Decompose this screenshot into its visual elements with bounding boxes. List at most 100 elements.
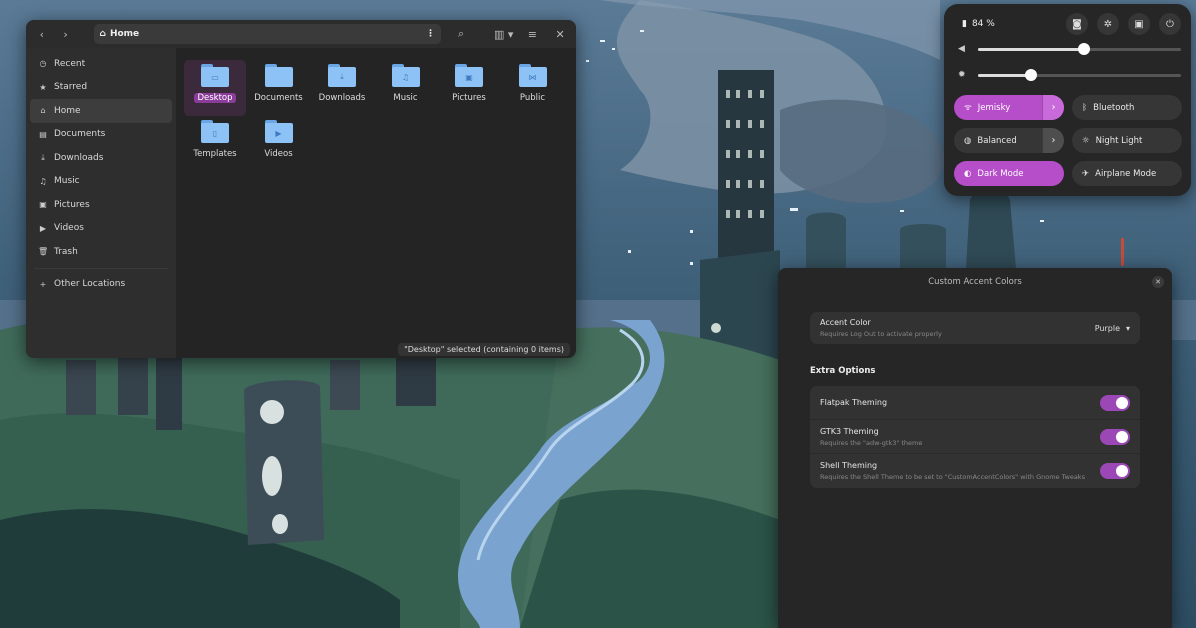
window-title: Custom Accent Colors [928, 277, 1022, 287]
close-icon: ✕ [555, 27, 565, 41]
option-label: GTK3 Theming [820, 426, 879, 436]
sidebar-item-documents[interactable]: ▤ Documents [30, 123, 172, 147]
lock-icon: ▣ [1134, 18, 1144, 30]
music-icon: ♫ [39, 176, 47, 186]
bluetooth-icon: ᛒ [1082, 102, 1088, 113]
volume-slider-handle[interactable] [1077, 42, 1090, 55]
folder-item-public[interactable]: ⋈ Public [502, 60, 564, 116]
close-icon: ✕ [1155, 278, 1161, 286]
sidebar-item-other-locations[interactable]: + Other Locations [30, 273, 172, 297]
path-bar[interactable]: ⌂ Home ⋮ [93, 24, 442, 44]
back-button[interactable]: ‹ [32, 24, 52, 44]
screenshot-button[interactable]: ◙ [1066, 13, 1088, 35]
sidebar-item-videos[interactable]: ▶ Videos [30, 217, 172, 241]
brightness-slider[interactable] [978, 68, 1181, 81]
accent-color-dropdown[interactable]: Purple ▾ [1095, 324, 1130, 333]
option-switch[interactable] [1100, 394, 1130, 411]
back-arrow-icon: ‹ [39, 27, 45, 41]
option-row-flatpak-theming[interactable]: Flatpak Theming [810, 386, 1140, 420]
folder-item-music[interactable]: ♫ Music [375, 60, 437, 116]
toggle-jemisky[interactable]: ᯤ Jemisky › [954, 95, 1064, 120]
battery-indicator[interactable]: ▮ 84 % [954, 19, 1057, 29]
power-button[interactable]: ⏻ [1159, 13, 1181, 35]
extra-options-heading: Extra Options [810, 366, 876, 376]
dark-mode-icon: ◐ [964, 168, 972, 179]
sidebar-item-music[interactable]: ♫ Music [30, 170, 172, 194]
option-subtitle: Requires the "adw-gtk3" theme [820, 438, 923, 447]
battery-percentage: 84 % [971, 19, 995, 29]
folder-item-templates[interactable]: ▯ Templates [184, 116, 246, 172]
toggle-bluetooth[interactable]: ᛒ Bluetooth [1072, 95, 1182, 120]
toggle-label: Airplane Mode [1095, 168, 1157, 179]
star-icon: ★ [39, 82, 47, 92]
toggle-night-light[interactable]: ☼ Night Light [1072, 128, 1182, 153]
folder-view: ▭ Desktop Documents ⤓ Downloads ♫ Music ▣ Pictur… [176, 48, 576, 358]
toggle-label: Night Light [1095, 135, 1143, 146]
view-toggle-button[interactable]: ▥ ▾ [489, 24, 519, 44]
option-switch[interactable] [1100, 428, 1130, 445]
files-window: ‹ › ⌂ Home ⋮ ⌕ ▥ ▾ ≡ ✕ ◷ Recent ★ Starred ⌂ H… [26, 20, 576, 358]
folder-icon: ▣ [455, 64, 483, 87]
home-icon: ⌂ [99, 29, 106, 39]
option-label: Flatpak Theming [820, 398, 888, 407]
settings-button[interactable]: ✲ [1097, 13, 1119, 35]
folder-item-videos[interactable]: ▶ Videos [248, 116, 310, 172]
folder-icon: ⋈ [518, 64, 547, 87]
folder-item-documents[interactable]: Documents [248, 60, 310, 116]
night-light-icon: ☼ [1082, 135, 1090, 146]
path-menu-icon[interactable]: ⋮ [426, 29, 435, 39]
accent-colors-window: Custom Accent Colors ✕ Accent Color Requ… [778, 268, 1172, 628]
picture-icon: ▣ [39, 200, 47, 210]
close-button[interactable]: ✕ [550, 24, 570, 44]
sidebar-item-label: Other Locations [54, 279, 126, 290]
sidebar-item-downloads[interactable]: ⤓ Downloads [30, 146, 172, 170]
hamburger-icon: ≡ [527, 27, 537, 41]
wifi-icon: ᯤ [964, 103, 972, 113]
option-switch[interactable] [1100, 463, 1130, 479]
sidebar-item-label: Documents [54, 129, 106, 140]
sidebar-item-label: Recent [54, 58, 86, 69]
sidebar-item-recent[interactable]: ◷ Recent [30, 52, 172, 76]
chevron-right-icon[interactable]: › [1042, 128, 1064, 153]
document-icon: ▤ [39, 129, 47, 139]
folder-name: Public [519, 93, 546, 103]
folder-icon: ▯ [201, 120, 229, 143]
sidebar-item-pictures[interactable]: ▣ Pictures [30, 193, 172, 217]
power-icon: ⏻ [1166, 18, 1174, 30]
video-icon: ▶ [39, 223, 47, 233]
folder-item-desktop[interactable]: ▭ Desktop [184, 60, 246, 116]
option-subtitle: Requires the Shell Theme to be set to "C… [820, 473, 1085, 481]
folder-icon: ♫ [391, 64, 420, 87]
lock-button[interactable]: ▣ [1128, 13, 1150, 35]
option-row-shell-theming[interactable]: Shell Theming Requires the Shell Theme to… [810, 454, 1140, 488]
files-headerbar: ‹ › ⌂ Home ⋮ ⌕ ▥ ▾ ≡ ✕ [26, 20, 576, 48]
folder-name: Templates [193, 149, 237, 159]
trash-icon: 🗑 [38, 247, 49, 257]
folder-name: Pictures [452, 93, 486, 103]
sidebar-item-trash[interactable]: 🗑 Trash [30, 240, 172, 264]
download-icon: ⤓ [41, 152, 45, 162]
folder-item-downloads[interactable]: ⤓ Downloads [311, 60, 373, 116]
chevron-right-icon[interactable]: › [1042, 95, 1064, 120]
sidebar-item-starred[interactable]: ★ Starred [30, 76, 172, 100]
speaker-icon: ◀ [958, 44, 965, 54]
toggle-balanced[interactable]: ◍ Balanced › [954, 128, 1064, 153]
extra-options-card: Flatpak Theming GTK3 Theming Requires the … [810, 386, 1140, 488]
forward-arrow-icon: › [63, 27, 68, 41]
toggle-airplane-mode[interactable]: ✈ Airplane Mode [1072, 161, 1182, 186]
toggle-dark-mode[interactable]: ◐ Dark Mode [954, 161, 1064, 186]
folder-icon [264, 64, 293, 87]
folder-item-pictures[interactable]: ▣ Pictures [438, 60, 500, 116]
menu-button[interactable]: ≡ [523, 24, 543, 44]
accent-color-row[interactable]: Accent Color Requires Log Out to activat… [810, 312, 1140, 344]
close-button[interactable]: ✕ [1152, 276, 1164, 288]
window-title-bar: Custom Accent Colors ✕ [778, 268, 1172, 296]
brightness-slider-handle[interactable] [1024, 68, 1037, 81]
volume-slider[interactable] [978, 42, 1181, 55]
sidebar-item-home[interactable]: ⌂ Home [30, 99, 172, 123]
forward-button[interactable]: › [56, 24, 76, 44]
sidebar-item-label: Trash [54, 246, 78, 257]
option-row-gtk3-theming[interactable]: GTK3 Theming Requires the "adw-gtk3" them… [810, 420, 1140, 454]
folder-name: Desktop [194, 93, 236, 103]
search-button[interactable]: ⌕ [451, 24, 471, 44]
